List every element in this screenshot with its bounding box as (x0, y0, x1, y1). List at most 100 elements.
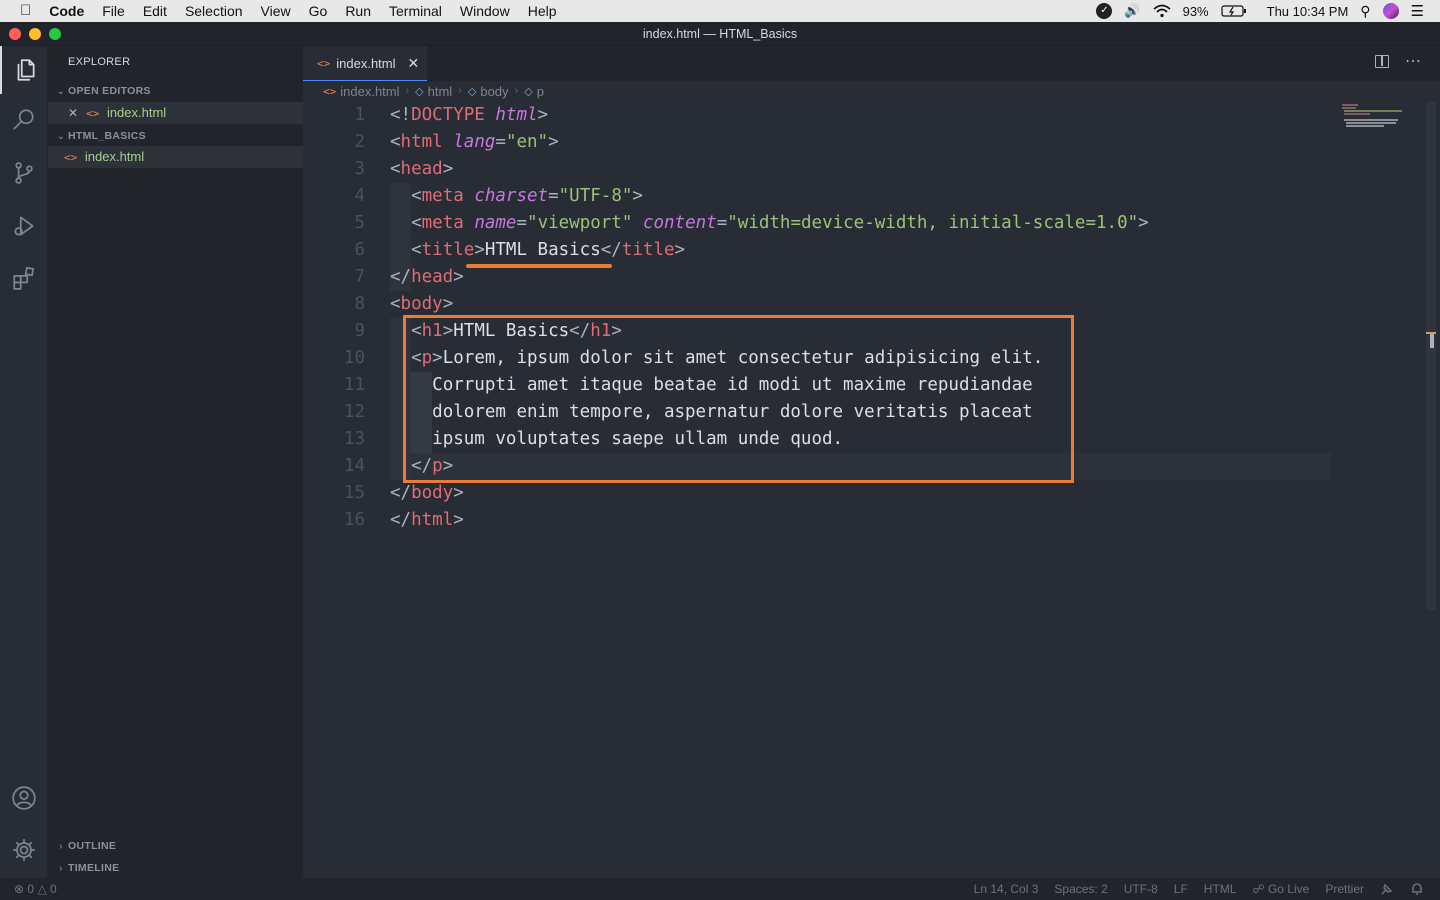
breadcrumb-html[interactable]: html (428, 84, 453, 99)
code-line: </body> (390, 480, 464, 507)
breadcrumb-body[interactable]: body (480, 84, 508, 99)
outline-label: OUTLINE (68, 840, 117, 852)
code-token: < (411, 240, 422, 260)
search-activity[interactable] (0, 96, 48, 144)
close-window-button[interactable] (9, 28, 21, 40)
open-editors-section[interactable]: ⌄ OPEN EDITORS (48, 80, 303, 102)
menu-file[interactable]: File (93, 0, 134, 22)
run-debug-activity[interactable] (0, 202, 48, 250)
code-token: < (390, 159, 401, 179)
minimap[interactable] (1338, 102, 1426, 132)
code-token: body (400, 294, 443, 314)
breadcrumb-file[interactable]: index.html (340, 84, 399, 99)
menu-go[interactable]: Go (300, 0, 337, 22)
encoding[interactable]: UTF-8 (1116, 882, 1166, 896)
battery-icon[interactable] (1221, 5, 1247, 17)
line-number: 10 (343, 348, 365, 368)
menu-help[interactable]: Help (519, 0, 566, 22)
breadcrumb: <> index.html › ◇ html › ◇ body › ◇ p (303, 81, 1440, 101)
minimap-line (1344, 113, 1370, 115)
chevron-right-icon: › (458, 85, 462, 97)
folder-section[interactable]: ⌄ HTML_BASICS (48, 125, 303, 147)
code-token: html (495, 105, 538, 125)
zoom-window-button[interactable] (49, 28, 61, 40)
wifi-icon[interactable] (1153, 4, 1171, 18)
extensions-activity[interactable] (0, 254, 48, 302)
clock[interactable]: Thu 10:34 PM (1259, 4, 1349, 19)
code-token: head (400, 159, 443, 179)
minimize-window-button[interactable] (29, 28, 41, 40)
explorer-activity[interactable] (0, 46, 48, 94)
spotlight-search-icon[interactable]: ⚲ (1360, 3, 1370, 20)
timeline-section[interactable]: › TIMELINE (48, 857, 303, 879)
code-token: > (453, 267, 464, 287)
code-token: body (411, 483, 454, 503)
code-token: > (632, 186, 643, 206)
line-ending[interactable]: LF (1166, 882, 1196, 896)
menu-app-name[interactable]: Code (40, 0, 93, 22)
accounts-activity[interactable] (0, 774, 48, 822)
code-token: > (548, 132, 559, 152)
code-token: charset (474, 186, 549, 206)
bell-icon[interactable] (1402, 882, 1432, 897)
more-actions-icon[interactable]: ⋯ (1405, 51, 1421, 71)
vertical-scrollbar[interactable] (1426, 102, 1436, 610)
timeline-label: TIMELINE (68, 862, 120, 874)
battery-percent[interactable]: 93% (1183, 4, 1209, 19)
code-line: </head> (390, 264, 464, 291)
open-editor-item[interactable]: ✕ <> index.html (48, 102, 303, 124)
minimap-line (1342, 104, 1358, 106)
minimap-line (1344, 119, 1398, 121)
split-editor-icon[interactable] (1375, 55, 1389, 68)
code-token: html (411, 510, 454, 530)
checkmark-status-icon[interactable]: ✓ (1096, 3, 1113, 19)
source-control-activity[interactable] (0, 149, 48, 197)
code-line: <meta name="viewport" content="width=dev… (390, 210, 1149, 237)
code-token: HTML Basics (484, 240, 601, 260)
go-live-button[interactable]: ☍ Go Live (1244, 882, 1317, 896)
language-mode[interactable]: HTML (1196, 882, 1245, 896)
file-tree-item[interactable]: <> index.html (48, 146, 303, 168)
code-token: html (400, 132, 443, 152)
code-line: <meta charset="UTF-8"> (390, 183, 643, 210)
code-token: DOCTYPE (411, 105, 485, 125)
volume-icon[interactable]: 🔊 (1124, 3, 1140, 19)
menu-run[interactable]: Run (336, 0, 380, 22)
source-control-icon (15, 162, 33, 184)
breadcrumb-p[interactable]: p (537, 84, 544, 99)
code-token: </ (390, 483, 412, 503)
tab-index-html[interactable]: <> index.html ✕ (303, 46, 427, 81)
element-icon: ◇ (524, 85, 533, 98)
prettier-status[interactable]: Prettier (1317, 882, 1372, 896)
code-line: <body> (390, 291, 453, 318)
menu-selection[interactable]: Selection (176, 0, 252, 22)
manage-activity[interactable] (0, 826, 48, 874)
go-live-label: Go Live (1267, 881, 1310, 896)
cursor-position[interactable]: Ln 14, Col 3 (966, 882, 1047, 896)
feedback-icon[interactable] (1372, 882, 1402, 897)
menu-terminal[interactable]: Terminal (380, 0, 451, 22)
menu-window[interactable]: Window (451, 0, 519, 22)
code-token: <! (390, 105, 412, 125)
title-underline-annotation (466, 264, 612, 268)
close-tab-icon[interactable]: ✕ (408, 55, 420, 72)
extensions-icon (13, 266, 35, 290)
control-center-icon[interactable]: ☰ (1411, 2, 1424, 20)
problems-indicator[interactable]: ⊗ 0 △ 0 (0, 882, 65, 896)
code-line: <!DOCTYPE html> (390, 102, 548, 129)
siri-icon[interactable] (1382, 3, 1399, 19)
menu-view[interactable]: View (252, 0, 300, 22)
code-token: = (495, 132, 506, 152)
split-divider (1381, 56, 1383, 66)
html-file-icon: <> (64, 151, 78, 164)
indentation[interactable]: Spaces: 2 (1046, 882, 1115, 896)
apple-icon[interactable]:  (0, 0, 40, 22)
outline-section[interactable]: › OUTLINE (48, 835, 303, 857)
code-token: = (516, 213, 528, 233)
close-icon[interactable]: ✕ (68, 106, 78, 120)
menu-edit[interactable]: Edit (134, 0, 176, 22)
code-editor[interactable]: 1 2 3 4 5 6 7 8 9 10 11 12 13 14 15 16 <!DOCTYPE html> <… (303, 102, 1423, 878)
